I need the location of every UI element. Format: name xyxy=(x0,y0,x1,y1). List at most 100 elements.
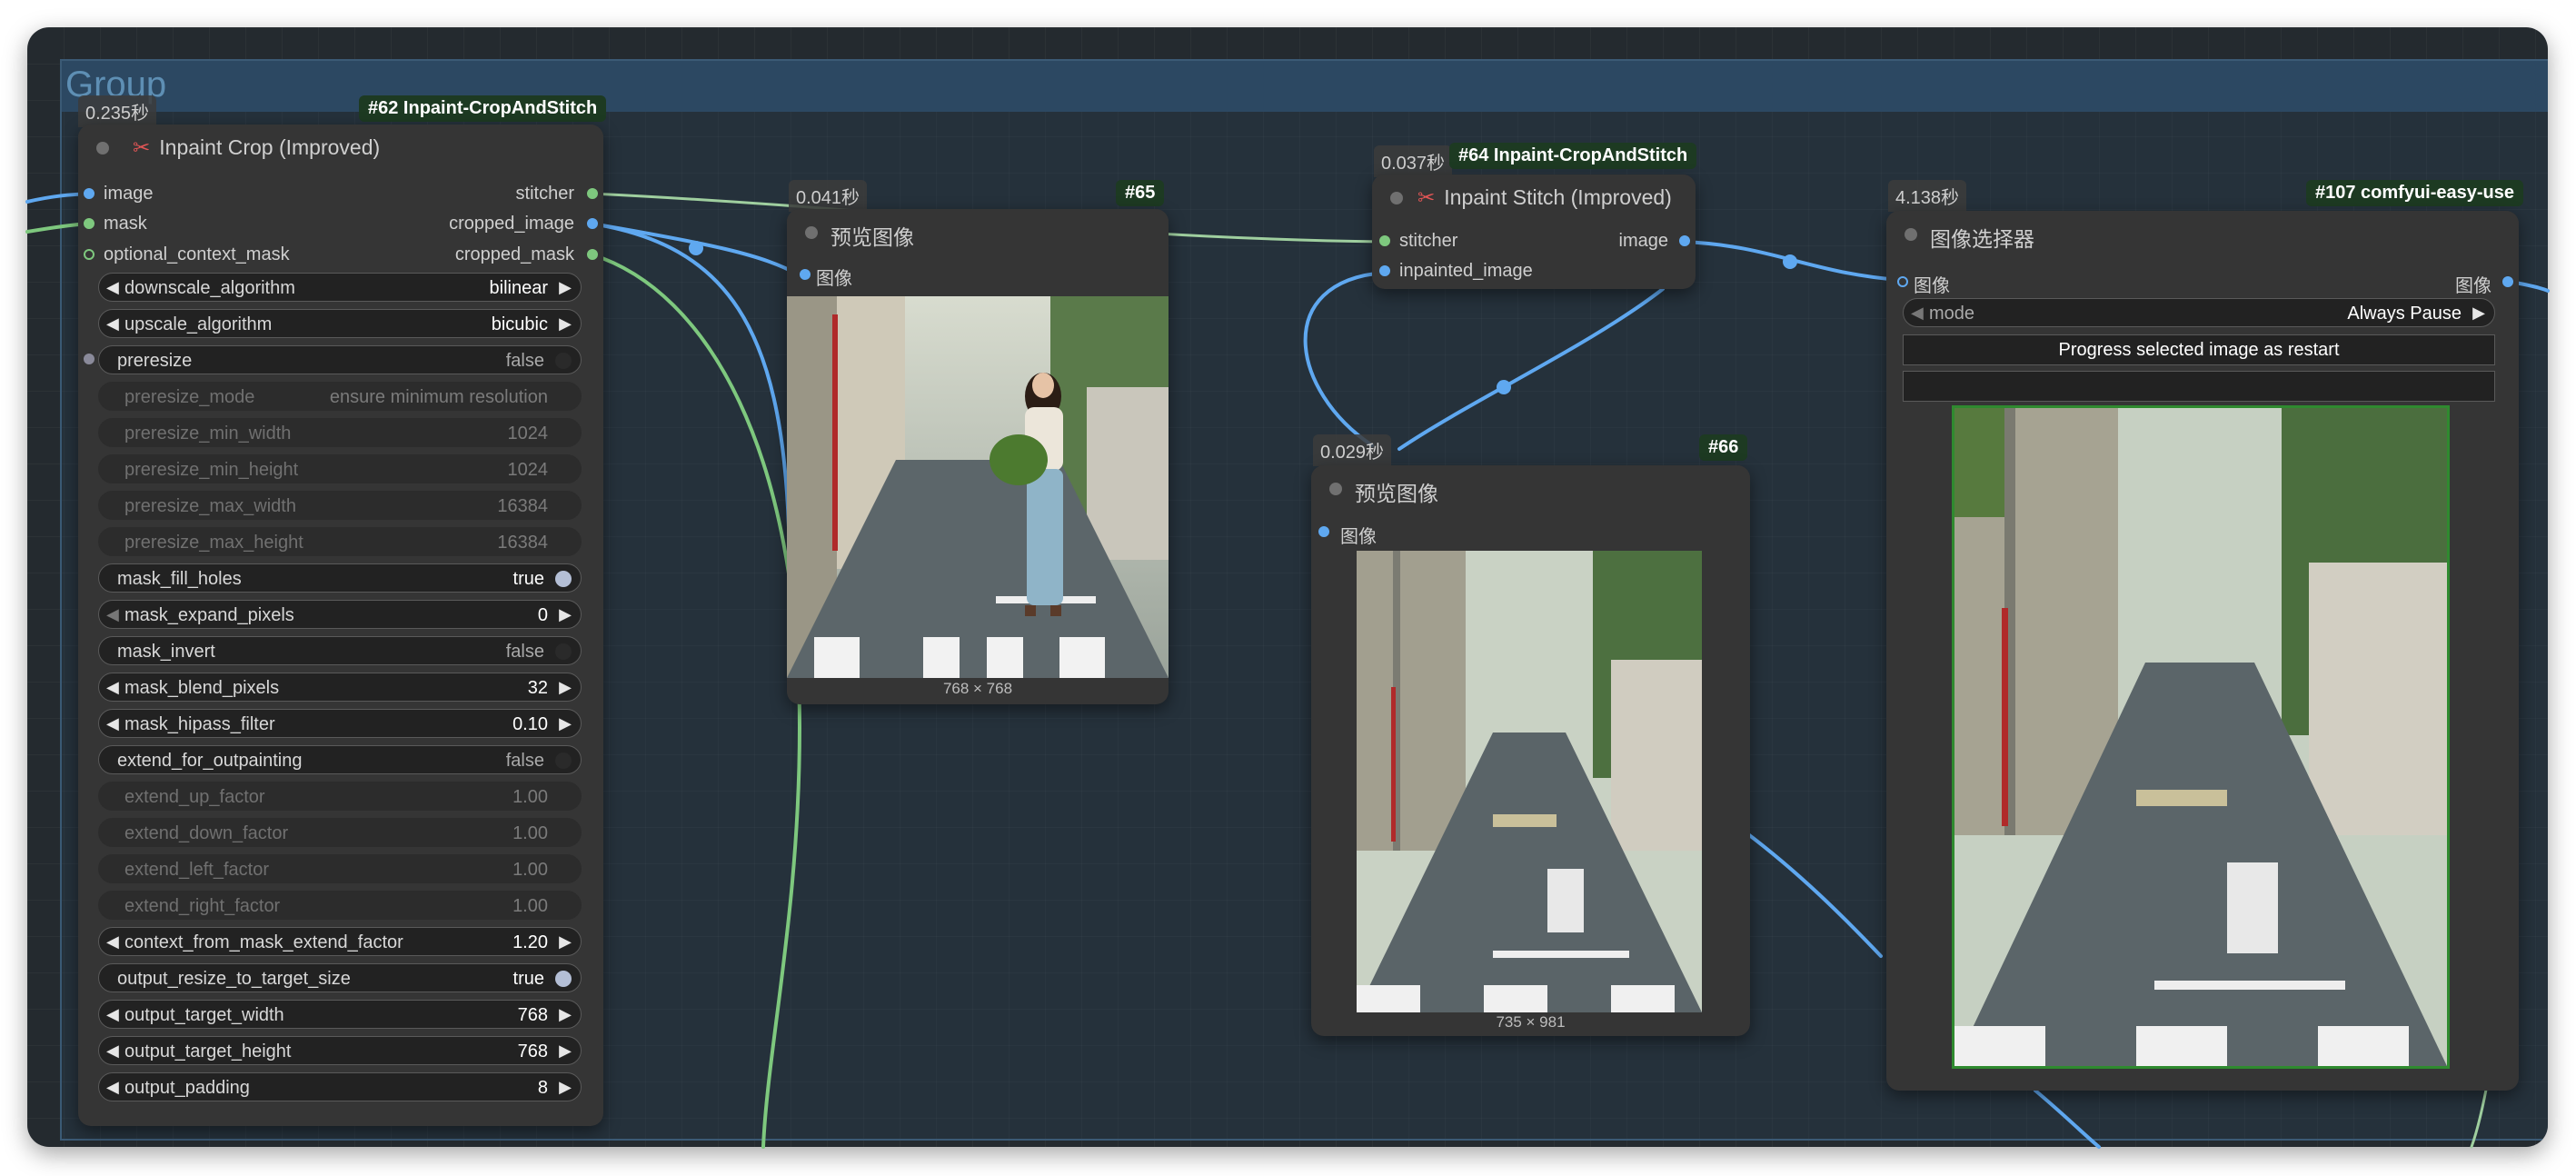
arrow-left-icon[interactable]: ◀ xyxy=(106,714,119,733)
arrow-left-icon[interactable]: ◀ xyxy=(106,278,119,297)
collapse-dot-icon[interactable] xyxy=(1905,228,1917,241)
photo-empty-street xyxy=(1357,551,1702,1012)
input-inpainted-label: inpainted_image xyxy=(1399,261,1533,281)
widget-value: 16384 xyxy=(497,496,548,516)
input-mask-dot[interactable] xyxy=(84,218,94,229)
widget-extend-for-outpainting[interactable]: extend_for_outpainting false xyxy=(98,745,582,774)
toggle-knob[interactable] xyxy=(555,643,572,660)
node66-timing: 0.029秒 xyxy=(1313,434,1392,466)
widget-label: output_padding xyxy=(124,1078,250,1098)
node-preview-66[interactable]: 预览图像 图像 735 × 981 xyxy=(1311,465,1750,1036)
toggle-knob[interactable] xyxy=(555,353,572,369)
output-stitcher-dot[interactable] xyxy=(587,188,598,199)
arrow-right-icon[interactable]: ▶ xyxy=(559,1005,572,1024)
widget-label: mask_hipass_filter xyxy=(124,714,275,734)
arrow-left-icon[interactable]: ◀ xyxy=(106,1041,119,1061)
node107-header[interactable]: 图像选择器 xyxy=(1886,211,2519,256)
widget-output-resize[interactable]: output_resize_to_target_size true xyxy=(98,963,582,992)
output-cropped-image-dot[interactable] xyxy=(587,218,598,229)
arrow-left-icon[interactable]: ◀ xyxy=(106,1078,119,1097)
arrow-right-icon[interactable]: ▶ xyxy=(559,678,572,697)
node66-header[interactable]: 预览图像 xyxy=(1311,465,1750,511)
widget-output-target-height[interactable]: ◀ output_target_height 768 ▶ xyxy=(98,1036,582,1065)
widget-value: 0 xyxy=(537,605,548,625)
link-lower xyxy=(1743,830,1883,958)
arrow-left-icon[interactable]: ◀ xyxy=(106,932,119,952)
arrow-left-icon[interactable]: ◀ xyxy=(106,678,119,697)
arrow-left-icon[interactable]: ◀ xyxy=(1911,304,1924,323)
empty-button[interactable] xyxy=(1903,371,2495,402)
widget-downscale-algorithm[interactable]: ◀ downscale_algorithm bilinear ▶ xyxy=(98,273,582,302)
input-image-dot[interactable] xyxy=(1897,276,1908,287)
arrow-left-icon[interactable]: ◀ xyxy=(106,1005,119,1024)
arrow-right-icon[interactable]: ▶ xyxy=(559,932,572,952)
widget-output-target-width[interactable]: ◀ output_target_width 768 ▶ xyxy=(98,1000,582,1029)
widget-preresize[interactable]: preresize false xyxy=(98,345,582,374)
preview-image-street[interactable] xyxy=(1357,551,1702,1012)
widget-preresize-min-width: preresize_min_width 1024 xyxy=(98,418,582,447)
widget-upscale-algorithm[interactable]: ◀ upscale_algorithm bicubic ▶ xyxy=(98,309,582,338)
input-image-label: 图像 xyxy=(1914,276,1950,296)
collapse-dot-icon[interactable] xyxy=(805,226,818,239)
widget-label: extend_up_factor xyxy=(124,787,265,807)
arrow-right-icon[interactable]: ▶ xyxy=(559,1078,572,1097)
reroute-dot-b xyxy=(1783,254,1797,269)
widget-mask-hipass-filter[interactable]: ◀ mask_hipass_filter 0.10 ▶ xyxy=(98,709,582,738)
widget-mask-fill-holes[interactable]: mask_fill_holes true xyxy=(98,563,582,593)
node-preview-65[interactable]: 预览图像 图像 768 × 768 xyxy=(787,209,1169,704)
widget-context-extend-factor[interactable]: ◀ context_from_mask_extend_factor 1.20 ▶ xyxy=(98,927,582,956)
widget-value: 0.10 xyxy=(512,714,548,734)
arrow-left-icon[interactable]: ◀ xyxy=(106,314,119,334)
node-inpaint-crop[interactable]: ✂ Inpaint Crop (Improved) image mask opti… xyxy=(78,125,603,1126)
input-image-dot[interactable] xyxy=(1318,526,1329,537)
input-image-dot[interactable] xyxy=(84,188,94,199)
widget-mode[interactable]: ◀ mode Always Pause ▶ xyxy=(1903,298,2495,327)
input-context-mask-dot[interactable] xyxy=(84,249,94,260)
toggle-knob[interactable] xyxy=(555,971,572,987)
widget-label: preresize_min_width xyxy=(124,424,292,443)
widget-value: 1.00 xyxy=(512,860,548,880)
widget-mask-expand-pixels[interactable]: ◀ mask_expand_pixels 0 ▶ xyxy=(98,600,582,629)
input-inpainted-dot[interactable] xyxy=(1379,265,1390,276)
preview-image-woman[interactable] xyxy=(787,296,1169,678)
collapse-dot-icon[interactable] xyxy=(96,142,109,154)
arrow-right-icon[interactable]: ▶ xyxy=(559,314,572,334)
node-inpaint-stitch[interactable]: ✂ Inpaint Stitch (Improved) stitcher inpa… xyxy=(1372,174,1696,289)
widget-preresize-max-width: preresize_max_width 16384 xyxy=(98,491,582,520)
scissors-icon: ✂ xyxy=(1417,185,1436,209)
toggle-knob[interactable] xyxy=(555,571,572,587)
toggle-knob[interactable] xyxy=(555,752,572,769)
preresize-input-dot[interactable] xyxy=(84,354,94,364)
output-cropped-mask-dot[interactable] xyxy=(587,249,598,260)
widget-value: bicubic xyxy=(491,314,548,334)
arrow-right-icon[interactable]: ▶ xyxy=(559,1041,572,1061)
collapse-dot-icon[interactable] xyxy=(1390,192,1403,204)
progress-restart-button[interactable]: Progress selected image as restart xyxy=(1903,334,2495,365)
arrow-right-icon[interactable]: ▶ xyxy=(559,278,572,297)
widget-mask-blend-pixels[interactable]: ◀ mask_blend_pixels 32 ▶ xyxy=(98,673,582,702)
arrow-right-icon[interactable]: ▶ xyxy=(559,605,572,624)
node62-header[interactable]: ✂ Inpaint Crop (Improved) xyxy=(78,125,603,170)
collapse-dot-icon[interactable] xyxy=(1329,483,1342,495)
widget-label: mask_blend_pixels xyxy=(124,678,280,698)
widget-extend-up-factor: extend_up_factor 1.00 xyxy=(98,782,582,811)
widget-output-padding[interactable]: ◀ output_padding 8 ▶ xyxy=(98,1072,582,1101)
widget-mask-invert[interactable]: mask_invert false xyxy=(98,636,582,665)
input-image-dot[interactable] xyxy=(800,269,811,280)
output-image-dot[interactable] xyxy=(2502,276,2513,287)
output-image-label: 图像 xyxy=(2455,276,2491,296)
node-image-selector[interactable]: 图像选择器 图像 图像 ◀ mode Always Pause ▶ Progre… xyxy=(1886,211,2519,1091)
selected-image[interactable] xyxy=(1952,405,2450,1069)
widget-value: true xyxy=(512,969,544,989)
node65-header[interactable]: 预览图像 xyxy=(787,209,1169,254)
widget-label: extend_right_factor xyxy=(124,896,281,916)
widget-label: downscale_algorithm xyxy=(124,278,295,298)
input-stitcher-dot[interactable] xyxy=(1379,235,1390,246)
arrow-right-icon[interactable]: ▶ xyxy=(559,714,572,733)
widget-extend-down-factor: extend_down_factor 1.00 xyxy=(98,818,582,847)
arrow-left-icon[interactable]: ◀ xyxy=(106,605,119,624)
photo-selected-street xyxy=(1954,408,2447,1066)
output-image-dot[interactable] xyxy=(1679,235,1690,246)
arrow-right-icon[interactable]: ▶ xyxy=(2472,304,2485,323)
node64-header[interactable]: ✂ Inpaint Stitch (Improved) xyxy=(1372,174,1696,220)
